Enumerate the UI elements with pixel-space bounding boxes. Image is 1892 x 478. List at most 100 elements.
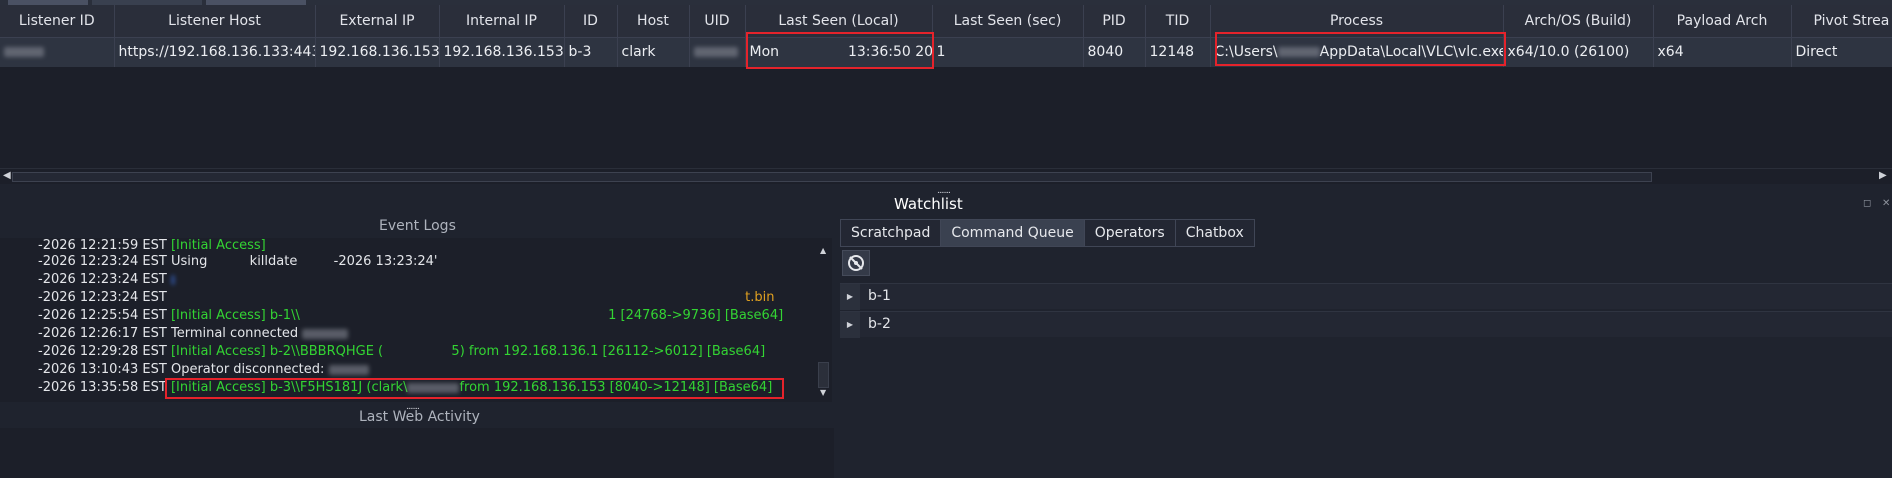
event-logs-title: Event Logs xyxy=(379,218,456,234)
cell-process: C:\Users\ AppData\Local\VLC\vlc.exe xyxy=(1210,37,1504,67)
redacted-mark xyxy=(1277,47,1320,58)
log-timestamp: -2026 13:35:58 EST xyxy=(38,380,167,395)
watchlist-tabs: Scratchpad Command Queue Operators Chatb… xyxy=(840,219,1255,247)
cell-external-ip: 192.168.136.153 xyxy=(315,37,440,67)
col-process[interactable]: Process xyxy=(1210,5,1504,38)
log-timestamp: -2026 12:26:17 EST xyxy=(38,326,167,341)
cell-listener-id xyxy=(0,37,115,67)
redacted-mark xyxy=(328,364,369,375)
tab-command-queue[interactable]: Command Queue xyxy=(940,219,1085,247)
web-activity-title: Last Web Activity xyxy=(359,409,480,425)
cell-listener-host: https://192.168.136.133:443 xyxy=(114,37,316,67)
table-row[interactable]: https://192.168.136.133:443 192.168.136.… xyxy=(0,37,1892,67)
cell-id: b-3 xyxy=(564,37,618,67)
redacted-mark xyxy=(693,47,738,58)
cell-last-seen-local: Mon 13:36:50 2026 xyxy=(745,37,933,67)
refresh-button[interactable] xyxy=(842,250,870,276)
sessions-table: Listener ID Listener Host External IP In… xyxy=(0,5,1892,67)
log-timestamp: -2026 12:21:59 EST xyxy=(38,238,167,253)
process-path-prefix: C:\Users\ xyxy=(1214,44,1278,61)
web-activity-panel xyxy=(0,428,834,478)
redacted-mark xyxy=(4,47,44,58)
last-seen-time: 13:36:50 2026 xyxy=(847,44,932,61)
cell-payload-arch: x64 xyxy=(1653,37,1792,67)
watchlist-item[interactable]: ▶ b-1 xyxy=(840,283,1892,310)
table-header-row: Listener ID Listener Host External IP In… xyxy=(0,5,1892,38)
log-message: 1 [24768->9736] [Base64] xyxy=(608,308,784,323)
col-arch-os[interactable]: Arch/OS (Build) xyxy=(1503,5,1654,38)
expand-arrow-icon[interactable]: ▶ xyxy=(840,312,860,338)
log-line: -2026 12:25:54 EST [Initial Access] b-1\… xyxy=(38,308,783,326)
col-internal-ip[interactable]: Internal IP xyxy=(439,5,565,38)
scroll-left-icon[interactable]: ◀ xyxy=(3,170,11,181)
cell-pivot: Direct xyxy=(1791,37,1892,67)
watchlist-item[interactable]: ▶ b-2 xyxy=(840,311,1892,338)
col-pid[interactable]: PID xyxy=(1083,5,1146,38)
scroll-up-icon[interactable]: ▲ xyxy=(820,246,826,255)
watchlist-title: Watchlist xyxy=(894,195,963,213)
tab-scratchpad[interactable]: Scratchpad xyxy=(840,219,942,247)
col-last-seen-local[interactable]: Last Seen (Local) xyxy=(745,5,933,38)
scrollbar-track[interactable] xyxy=(12,172,1652,182)
cell-tid: 12148 xyxy=(1145,37,1211,67)
tab-operators[interactable]: Operators xyxy=(1083,219,1176,247)
watchlist-item-label: b-1 xyxy=(868,288,891,304)
restore-icon[interactable]: ◻ xyxy=(1863,198,1871,209)
log-line: -2026 12:23:24 EST Using killdate -2026 … xyxy=(38,254,438,272)
scroll-down-icon[interactable]: ▼ xyxy=(820,388,826,397)
log-timestamp: -2026 12:23:24 EST xyxy=(38,254,167,269)
close-icon[interactable]: ✕ xyxy=(1882,198,1890,209)
log-message: from 192.168.136.153 [8040->12148] [Base… xyxy=(459,380,773,395)
col-payload-arch[interactable]: Payload Arch xyxy=(1653,5,1792,38)
log-message: [Initial Access] b-1\\ xyxy=(170,308,300,323)
log-timestamp: -2026 13:10:43 EST xyxy=(38,362,167,377)
col-uid[interactable]: UID xyxy=(689,5,746,38)
last-seen-day: Mon xyxy=(749,44,780,61)
log-message: [Initial Access] b-2\\BBBRQHGE ( xyxy=(170,344,384,359)
log-timestamp: -2026 12:29:28 EST xyxy=(38,344,167,359)
cell-last-seen-sec: 1 xyxy=(932,37,1084,67)
refresh-icon xyxy=(848,255,864,271)
cell-host: clark xyxy=(617,37,690,67)
col-pivot-stream[interactable]: Pivot Strea xyxy=(1791,5,1892,38)
event-logs-panel: -2026 12:21:59 EST [Initial Access] -202… xyxy=(0,238,832,402)
scroll-right-icon[interactable]: ▶ xyxy=(1879,170,1887,181)
log-message: killdate xyxy=(249,254,298,269)
scrollbar-thumb[interactable] xyxy=(818,362,829,388)
tab-chatbox[interactable]: Chatbox xyxy=(1174,219,1255,247)
log-line: -2026 13:35:58 EST [Initial Access] b-3\… xyxy=(38,380,772,398)
log-timestamp: -2026 12:25:54 EST xyxy=(38,308,167,323)
col-listener-id[interactable]: Listener ID xyxy=(0,5,115,38)
horizontal-scrollbar[interactable]: ◀ ▶ xyxy=(0,168,1892,184)
col-external-ip[interactable]: External IP xyxy=(315,5,440,38)
cell-arch-os: x64/10.0 (26100) xyxy=(1503,37,1654,67)
log-message: 5) from 192.168.136.1 [26112->6012] [Bas… xyxy=(451,344,766,359)
log-message: t.bin xyxy=(745,290,775,305)
log-message: Terminal connected xyxy=(170,326,299,341)
log-timestamp: -2026 12:23:24 EST xyxy=(38,290,167,305)
vertical-scrollbar[interactable]: ▲ ▼ xyxy=(817,244,831,400)
log-line: -2026 13:10:43 EST Operator disconnected… xyxy=(38,362,369,380)
col-host[interactable]: Host xyxy=(617,5,690,38)
col-tid[interactable]: TID xyxy=(1145,5,1211,38)
col-listener-host[interactable]: Listener Host xyxy=(114,5,316,38)
cell-pid: 8040 xyxy=(1083,37,1146,67)
redacted-mark xyxy=(407,382,460,393)
sessions-table-panel: Listener ID Listener Host External IP In… xyxy=(0,5,1892,169)
log-message: Operator disconnected: xyxy=(170,362,325,377)
cell-uid xyxy=(689,37,746,67)
log-line: -2026 12:29:28 EST [Initial Access] b-2\… xyxy=(38,344,765,362)
log-timestamp: -2026 12:23:24 EST xyxy=(38,272,167,287)
redacted-mark xyxy=(302,328,349,339)
log-message: -2026 13:23:24' xyxy=(333,254,438,269)
log-message: [Initial Access] b-3\\F5HS181J (clark\ xyxy=(170,380,408,395)
log-message: Using xyxy=(170,254,208,269)
col-last-seen-sec[interactable]: Last Seen (sec) xyxy=(932,5,1084,38)
col-id[interactable]: ID xyxy=(564,5,618,38)
log-message: [Initial Access] xyxy=(170,238,266,253)
expand-arrow-icon[interactable]: ▶ xyxy=(840,284,860,310)
watchlist-item-label: b-2 xyxy=(868,316,891,332)
log-line: -2026 12:26:17 EST Terminal connected xyxy=(38,326,349,344)
log-line: -2026 12:23:24 EST t.bin xyxy=(38,290,774,308)
redacted-mark xyxy=(170,274,175,285)
